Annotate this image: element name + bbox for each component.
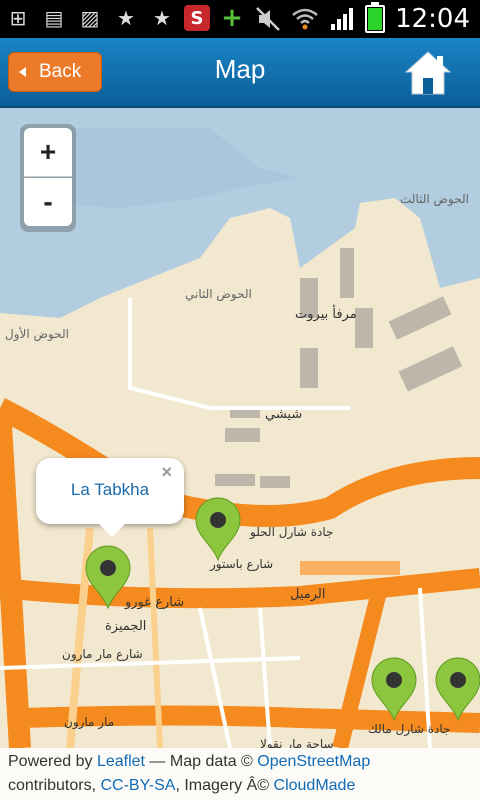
plus-icon: +: [221, 3, 243, 33]
map-label: شارع مار مارون: [62, 647, 143, 662]
attribution-text: Powered by: [8, 753, 97, 770]
map-label: جادة شارل الحلو: [249, 525, 333, 540]
map-label: مار مارون: [64, 715, 114, 730]
map-label: الحوض الثاني: [185, 287, 252, 302]
home-icon[interactable]: [404, 50, 452, 96]
zoom-control: + -: [20, 124, 76, 232]
map-label: الجميزة: [105, 619, 146, 634]
osm-link[interactable]: OpenStreetMap: [257, 753, 370, 770]
zoom-in-button[interactable]: +: [24, 128, 72, 177]
map-label: شيشي: [265, 407, 302, 422]
zoom-out-button[interactable]: -: [24, 178, 72, 226]
notification-icons: ⊞ ▤ ▨ ★ ★ S +: [4, 3, 246, 33]
image-icon: ▨: [80, 6, 100, 30]
mute-icon: [256, 7, 280, 31]
attribution-text: , Imagery Â©: [175, 777, 274, 794]
map-label: الحوض الأول: [5, 326, 69, 342]
battery-icon: [365, 2, 386, 33]
popup-title-link[interactable]: La Tabkha: [36, 480, 184, 500]
map-label: ساحة مار نقولا: [260, 737, 334, 748]
add-box-icon: ⊞: [9, 6, 27, 30]
cloudmade-link[interactable]: CloudMade: [274, 777, 356, 794]
clock: 12:04: [395, 4, 470, 34]
map-view[interactable]: الحوض الثالث الحوض الثاني الحوض الأول مر…: [0, 108, 480, 800]
attribution-text: — Map data ©: [144, 753, 258, 770]
leaflet-link[interactable]: Leaflet: [97, 753, 145, 770]
map-label: الحوض الثالث: [400, 192, 469, 207]
marker-popup: × La Tabkha: [36, 458, 184, 537]
star-icon: ★: [153, 6, 171, 30]
map-label: جادة شارل مالك: [368, 722, 450, 737]
map-label: شارع غورو: [124, 595, 184, 610]
map-label: الرميل: [290, 587, 325, 602]
ccbysa-link[interactable]: CC-BY-SA: [100, 777, 175, 794]
map-attribution: Powered by Leaflet — Map data © OpenStre…: [0, 748, 480, 800]
sd-card-icon: ▤: [44, 6, 64, 30]
wifi-icon: [292, 8, 318, 30]
map-label: مرفأ بيروت: [295, 304, 357, 322]
signal-icon: [331, 8, 354, 30]
status-bar: ⊞ ▤ ▨ ★ ★ S + 12:04: [0, 0, 480, 38]
attribution-text: contributors,: [8, 777, 101, 794]
star-icon: ★: [117, 6, 135, 30]
s-app-icon: S: [184, 5, 210, 31]
app-bar: Back Map: [0, 38, 480, 108]
system-icons: 12:04: [255, 2, 470, 36]
